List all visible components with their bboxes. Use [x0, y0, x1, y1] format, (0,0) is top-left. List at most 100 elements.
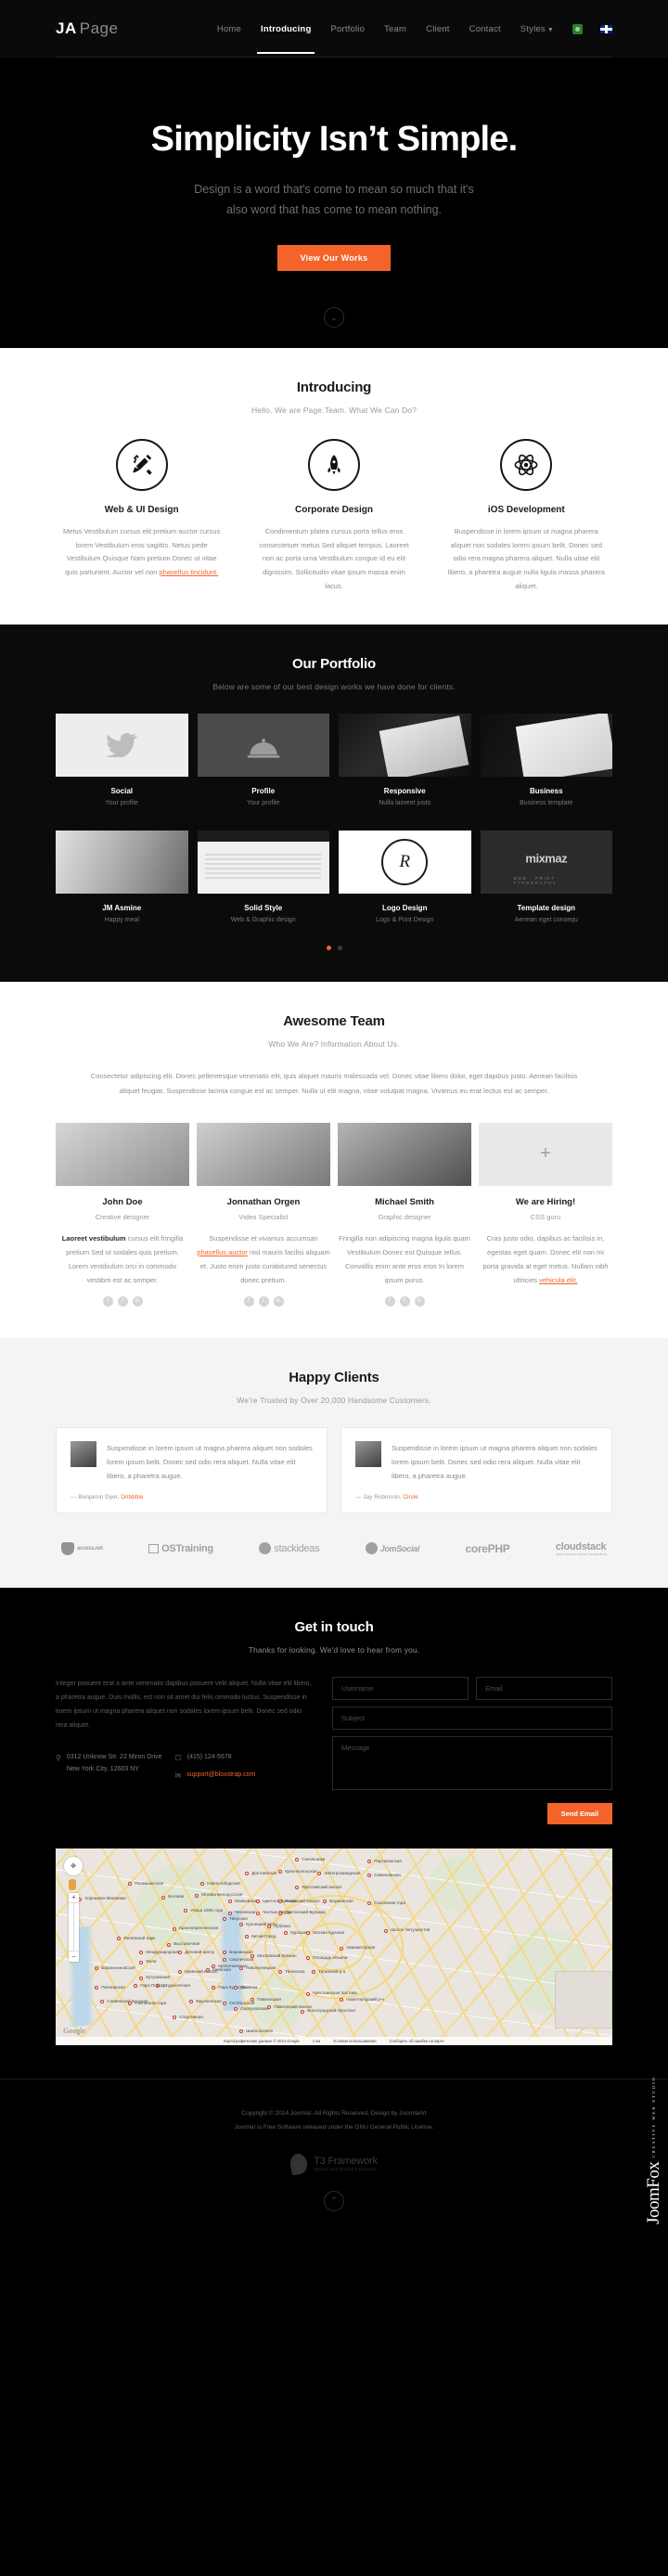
map-station-pin[interactable] [139, 1950, 143, 1954]
email-input[interactable] [476, 1676, 612, 1700]
map-station-pin[interactable] [317, 1872, 321, 1876]
nav-item-portfolio[interactable]: Portfolio [329, 20, 366, 38]
subject-input[interactable] [332, 1706, 612, 1730]
map-station-pin[interactable] [367, 1900, 371, 1905]
map-station-pin[interactable] [284, 1930, 288, 1935]
brand-logo[interactable]: JA Page [56, 19, 118, 38]
portfolio-item[interactable]: mixmaz WEB · PRINT · TYPOGRAPHY Template… [480, 831, 612, 923]
map-station-pin[interactable] [128, 2002, 132, 2006]
map-station-pin[interactable] [223, 1916, 226, 1921]
linkedin-icon[interactable]: in [132, 1295, 143, 1307]
nav-item-home[interactable]: Home [216, 20, 242, 38]
map-station-pin[interactable] [161, 1895, 165, 1900]
map-station-pin[interactable] [117, 1937, 121, 1941]
twitter-icon[interactable]: t [399, 1295, 410, 1307]
map-station-pin[interactable] [306, 1930, 310, 1935]
map-station-pin[interactable] [200, 1881, 204, 1886]
client-logo-cloudstack[interactable]: cloudstack open source cloud computing [556, 1541, 607, 1556]
map-station-pin[interactable] [234, 2007, 238, 2012]
map-terms-link[interactable]: Условия использования [333, 2039, 376, 2043]
map-station-pin[interactable] [267, 2005, 271, 2010]
map-station-pin[interactable] [306, 1991, 310, 1996]
nav-item-styles[interactable]: Styles ▼ [520, 20, 555, 38]
username-input[interactable] [332, 1676, 469, 1700]
street-view-pegman-icon[interactable] [69, 1878, 76, 1890]
nav-item-team[interactable]: Team [383, 20, 407, 38]
map-station-pin[interactable] [278, 1970, 282, 1975]
joomlafox-side-brand[interactable]: JoomFox CREATIVE WEB STUDIO [644, 2076, 664, 2224]
portfolio-thumbnail[interactable] [197, 714, 329, 778]
view-works-button[interactable]: View Our Works [276, 244, 392, 271]
map-station-pin[interactable] [278, 1899, 282, 1903]
plus-icon[interactable]: + [479, 1122, 612, 1186]
map-station-pin[interactable] [295, 1858, 299, 1862]
portfolio-thumbnail[interactable]: mixmaz WEB · PRINT · TYPOGRAPHY [480, 831, 612, 895]
map-station-pin[interactable] [223, 2002, 226, 2006]
send-email-button[interactable]: Send Email [546, 1802, 612, 1824]
zoom-slider[interactable] [69, 1902, 79, 1951]
map-station-pin[interactable] [178, 1970, 182, 1975]
map-station-pin[interactable] [278, 1911, 282, 1915]
client-logo-access[interactable]: access.net [61, 1541, 103, 1555]
client-logo-corephp[interactable]: corePHP [466, 1542, 510, 1555]
map-station-pin[interactable] [256, 1899, 260, 1903]
zoom-in-button[interactable]: + [69, 1893, 79, 1903]
map-station-pin[interactable] [139, 1976, 143, 1980]
nav-item-client[interactable]: Client [425, 20, 451, 38]
portfolio-item[interactable]: Business Business template [480, 714, 612, 806]
map-station-pin[interactable] [278, 1870, 282, 1874]
map-station-pin[interactable] [223, 1950, 226, 1954]
testimonial-source[interactable]: Dribbble [121, 1494, 143, 1501]
linkedin-icon[interactable]: in [414, 1295, 425, 1307]
map-station-pin[interactable] [223, 1958, 226, 1963]
map-report-link[interactable]: Сообщить об ошибке на карте [389, 2039, 443, 2043]
zoom-out-button[interactable]: − [69, 1951, 79, 1962]
map-pan-control[interactable]: ✥ [64, 1856, 83, 1875]
map-zoom-control[interactable]: + − [69, 1892, 79, 1962]
portfolio-thumbnail[interactable] [56, 831, 188, 895]
bio-link[interactable]: phasellus auctor [197, 1248, 248, 1256]
scroll-down-icon[interactable]: ⌄ [324, 307, 344, 328]
map-station-pin[interactable] [173, 2015, 176, 2019]
facebook-icon[interactable]: f [384, 1295, 395, 1307]
map-station-pin[interactable] [239, 2029, 243, 2033]
map-station-pin[interactable] [384, 1928, 388, 1933]
facebook-icon[interactable]: f [243, 1295, 254, 1307]
map-station-pin[interactable] [239, 1923, 243, 1927]
portfolio-thumbnail[interactable] [339, 714, 471, 778]
map-station-pin[interactable] [95, 1986, 98, 1990]
linkedin-icon[interactable]: in [273, 1295, 284, 1307]
portfolio-item[interactable]: Profile Your profile [197, 714, 329, 806]
map-station-pin[interactable] [301, 2009, 304, 2014]
map-station-pin[interactable] [212, 1986, 215, 1990]
portfolio-item[interactable]: Solid Style Web & Graphic design [197, 831, 329, 923]
map-station-pin[interactable] [250, 1997, 254, 2002]
client-logo-ostraining[interactable]: OSTraining [148, 1543, 213, 1554]
pagination-dot-1[interactable] [326, 946, 331, 951]
twitter-icon[interactable]: t [117, 1295, 128, 1307]
map-station-pin[interactable] [173, 1926, 176, 1931]
client-logo-jomsocial[interactable]: JomSocial [365, 1542, 419, 1555]
map-station-pin[interactable] [134, 1984, 137, 1989]
map-station-pin[interactable] [195, 1893, 199, 1898]
portfolio-item[interactable]: R Logo Design Logo & Print Design [339, 831, 471, 923]
pagination-dot-2[interactable] [337, 946, 342, 951]
portfolio-thumbnail[interactable]: R [339, 831, 471, 895]
portfolio-item[interactable]: Social Your profile [56, 714, 188, 806]
map-station-pin[interactable] [323, 1899, 327, 1903]
map-station-pin[interactable] [189, 1999, 193, 2003]
nav-item-introducing[interactable]: Introducing [256, 20, 315, 54]
map-station-pin[interactable] [128, 1881, 132, 1886]
map-station-pin[interactable] [95, 1965, 98, 1970]
map-station-pin[interactable] [367, 1860, 371, 1864]
map-station-pin[interactable] [228, 1911, 232, 1915]
map-station-pin[interactable] [245, 1935, 249, 1939]
map-station-pin[interactable] [256, 1911, 260, 1915]
map-inset-panel[interactable] [555, 1970, 612, 2029]
portfolio-item[interactable]: Responsive Nulla laoreet justo [339, 714, 471, 806]
map-station-pin[interactable] [228, 1899, 232, 1903]
map-station-pin[interactable] [178, 1950, 182, 1954]
map-station-pin[interactable] [167, 1942, 171, 1947]
nav-item-contact[interactable]: Contact [469, 20, 502, 38]
map-station-pin[interactable] [267, 1925, 271, 1929]
